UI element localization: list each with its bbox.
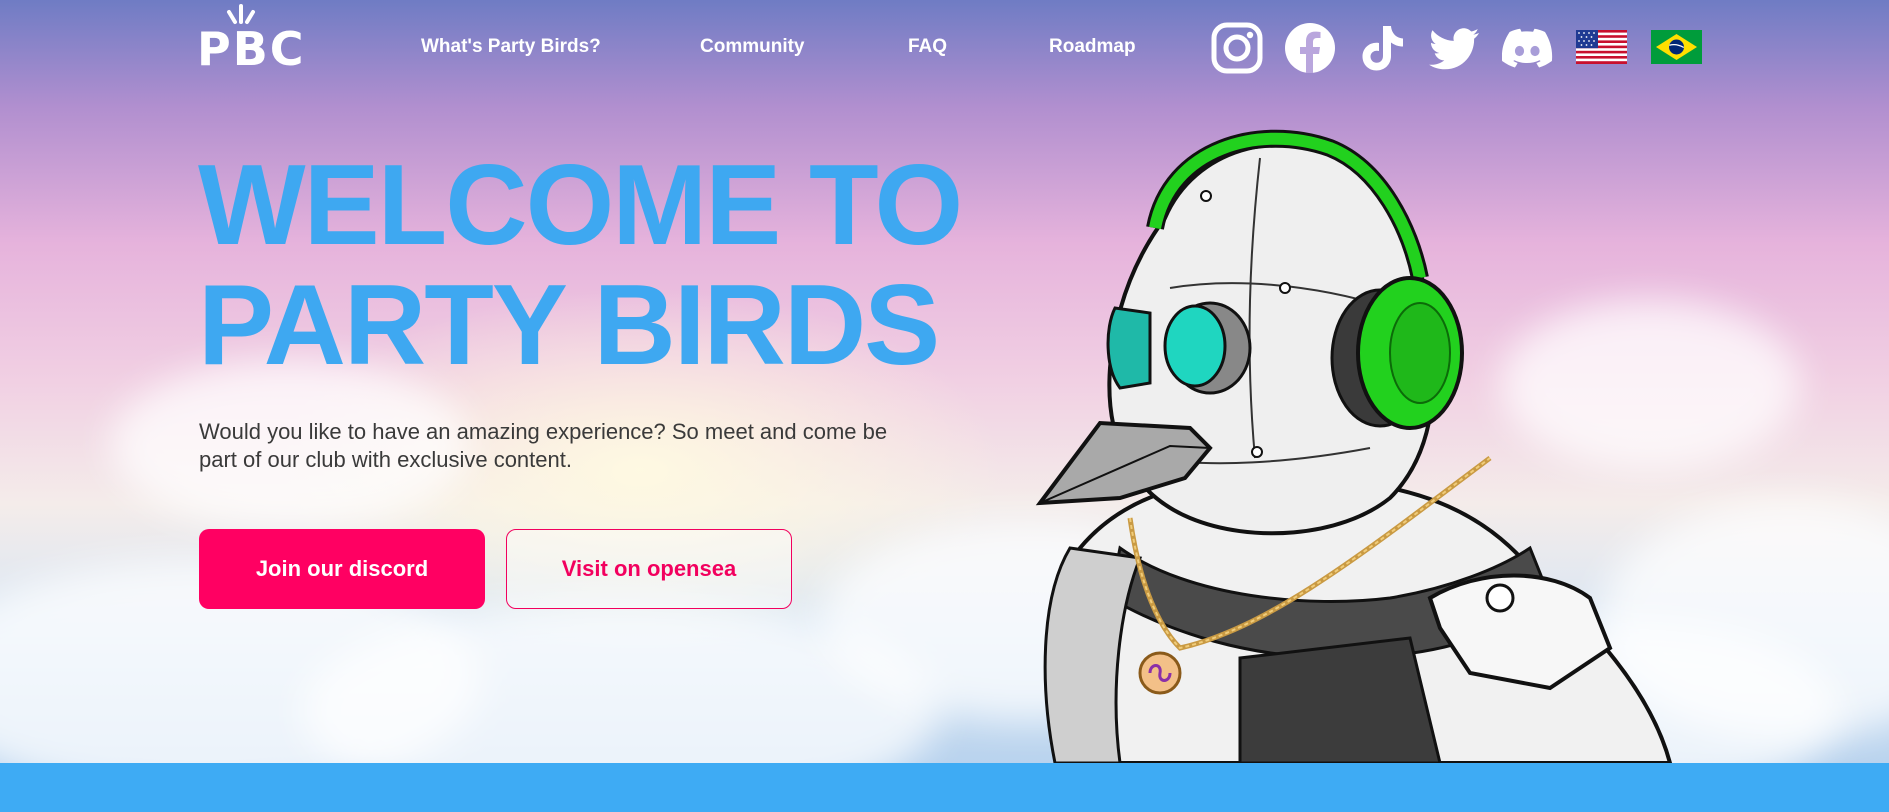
brazil-flag-icon[interactable] [1651, 30, 1702, 64]
nav-community[interactable]: Community [700, 36, 805, 58]
us-flag-icon[interactable] [1576, 30, 1627, 64]
instagram-icon[interactable] [1211, 22, 1263, 74]
hero-subtitle: Would you like to have an amazing experi… [199, 419, 888, 472]
nav-faq[interactable]: FAQ [908, 36, 947, 58]
hero-title-line2: PARTY BIRDS [198, 262, 940, 389]
hero-title: WELCOME TO PARTY BIRDS [198, 146, 963, 389]
discord-icon[interactable] [1502, 22, 1554, 74]
next-section-band [0, 763, 1889, 812]
join-discord-button[interactable]: Join our discord [199, 529, 485, 609]
tiktok-icon[interactable] [1356, 22, 1408, 74]
nav-whats-party-birds[interactable]: What's Party Birds? [421, 36, 601, 58]
robot-bird-illustration [1035, 129, 1673, 763]
nav-roadmap[interactable]: Roadmap [1049, 36, 1136, 58]
facebook-icon[interactable] [1284, 22, 1336, 74]
logo-text: PBC [197, 22, 306, 76]
visit-opensea-button[interactable]: Visit on opensea [506, 529, 792, 609]
top-navigation: PBC What's Party Birds? Community FAQ Ro… [0, 0, 1889, 96]
pbc-logo[interactable]: PBC [197, 4, 304, 76]
hero-title-line1: WELCOME TO [198, 142, 963, 269]
twitter-icon[interactable] [1429, 22, 1481, 74]
